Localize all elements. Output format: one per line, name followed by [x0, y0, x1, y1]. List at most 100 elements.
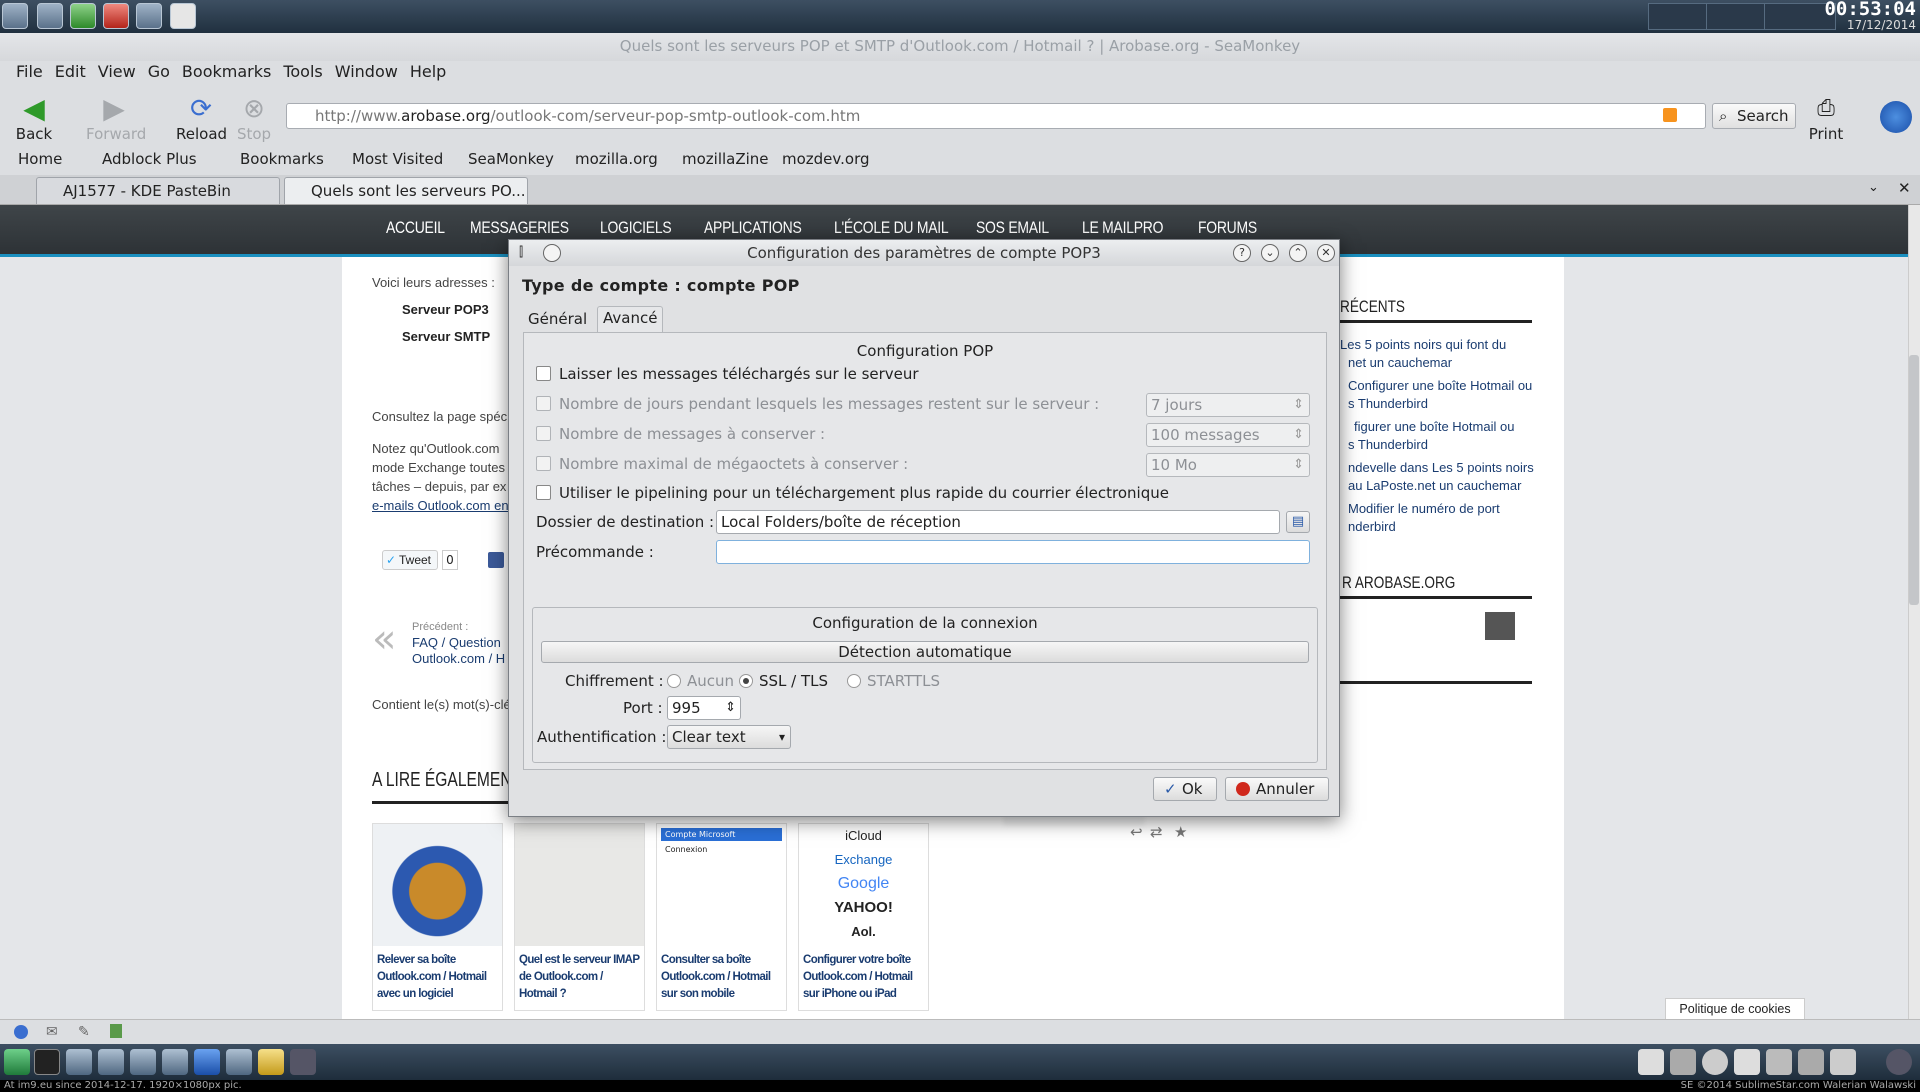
prev-link-line1[interactable]: FAQ / Question: [412, 635, 501, 650]
site-nav-le-mailpro[interactable]: LE MAILPRO: [1082, 218, 1163, 238]
auth-select[interactable]: Clear text ▾: [667, 725, 791, 749]
tab-arobase[interactable]: Quels sont les serveurs PO...: [284, 177, 528, 204]
clipboard-icon[interactable]: [170, 3, 196, 29]
search-button[interactable]: ⌕ Search: [1712, 103, 1796, 129]
tab-advanced[interactable]: Avancé: [597, 306, 664, 333]
sidebar-link-5[interactable]: figurer une boîte Hotmail ou: [1354, 419, 1514, 434]
status-addressbook-icon[interactable]: [110, 1024, 122, 1038]
sidebar-link-6[interactable]: s Thunderbird: [1348, 437, 1428, 452]
tray-close-icon[interactable]: [1702, 1049, 1728, 1075]
tray-printer-icon[interactable]: [1638, 1049, 1664, 1075]
taskbar-tools-icon[interactable]: [130, 1049, 156, 1075]
dialog-minimize-icon[interactable]: ⌄: [1261, 244, 1279, 262]
sidebar-link-1[interactable]: Les 5 points noirs qui font du: [1340, 337, 1506, 352]
prev-link-line2[interactable]: Outlook.com / H: [412, 651, 505, 666]
pipelining-checkbox[interactable]: [536, 485, 551, 500]
bookmark-most-visited[interactable]: Most Visited: [352, 150, 443, 168]
site-nav-ecole-du-mail[interactable]: L'ÉCOLE DU MAIL: [834, 218, 949, 238]
cancel-button[interactable]: Annuler: [1225, 777, 1329, 801]
days-checkbox[interactable]: [536, 396, 551, 411]
menu-file[interactable]: File: [10, 61, 49, 83]
bookmark-mozilla-org[interactable]: mozilla.org: [575, 150, 658, 168]
taskbar-terminal-icon[interactable]: [34, 1049, 60, 1075]
taskbar-app-10-icon[interactable]: [290, 1049, 316, 1075]
stop-button[interactable]: ⊗ Stop: [236, 95, 272, 143]
related-article-3[interactable]: Compte Microsoft Connexion Consulter sa …: [656, 823, 787, 1011]
tray-display-icon[interactable]: [1830, 1049, 1856, 1075]
encryption-starttls-radio[interactable]: [847, 674, 861, 688]
menu-bookmarks[interactable]: Bookmarks: [176, 61, 277, 83]
page-scrollbar-thumb[interactable]: [1909, 355, 1919, 605]
qr-code-icon[interactable]: [1485, 612, 1515, 640]
back-button[interactable]: ◀ Back: [14, 95, 54, 144]
rss-feed-icon[interactable]: [1663, 108, 1677, 122]
pipelining-option[interactable]: Utiliser le pipelining pour un télécharg…: [536, 484, 1169, 502]
sidebar-link-4[interactable]: s Thunderbird: [1348, 396, 1428, 411]
days-spinbox[interactable]: 7 jours: [1146, 393, 1310, 417]
tray-clipboard-icon[interactable]: [1734, 1049, 1760, 1075]
bookmark-home[interactable]: Home: [18, 150, 62, 168]
encryption-none-option[interactable]: Aucun: [667, 672, 734, 690]
encryption-ssl-radio[interactable]: [739, 674, 753, 688]
switch-user-icon[interactable]: [70, 3, 96, 29]
emails-link[interactable]: e-mails Outlook.com en: [372, 498, 509, 513]
sidebar-link-9[interactable]: Modifier le numéro de port: [1348, 501, 1500, 516]
site-nav-forums[interactable]: FORUMS: [1198, 218, 1257, 238]
clock-time[interactable]: 00:53:04: [1824, 0, 1916, 19]
destination-field[interactable]: Local Folders/boîte de réception: [716, 510, 1280, 534]
site-nav-accueil[interactable]: ACCUEIL: [386, 218, 445, 238]
favorite-star-icon[interactable]: ★: [1174, 823, 1187, 841]
taskbar-folder-icon[interactable]: [258, 1049, 284, 1075]
status-globe-icon[interactable]: [14, 1025, 28, 1039]
related-article-2[interactable]: Quel est le serveur IMAP de Outlook.com …: [514, 823, 645, 1011]
days-option[interactable]: Nombre de jours pendant lesquels les mes…: [536, 395, 1099, 413]
tab-pastebin[interactable]: AJ1577 - KDE PasteBin: [36, 177, 280, 204]
tab-list-chevron-icon[interactable]: ⌄: [1868, 180, 1879, 195]
dialog-maximize-icon[interactable]: ⌃: [1289, 244, 1307, 262]
taskbar-app-6-icon[interactable]: [162, 1049, 188, 1075]
sidebar-link-8[interactable]: au LaPoste.net un cauchemar: [1348, 478, 1521, 493]
sidebar-link-2[interactable]: net un cauchemar: [1348, 355, 1452, 370]
status-composer-icon[interactable]: ✎: [78, 1024, 90, 1040]
sidebar-link-7[interactable]: ndevelle dans Les 5 points noirs: [1348, 460, 1534, 475]
tab-general[interactable]: Général: [523, 308, 592, 332]
taskbar-app-1-icon[interactable]: [4, 1049, 30, 1075]
menu-go[interactable]: Go: [142, 61, 176, 83]
bookmark-mozdev-org[interactable]: mozdev.org: [782, 150, 870, 168]
bookmark-seamonkey[interactable]: SeaMonkey: [468, 150, 554, 168]
menu-help[interactable]: Help: [404, 61, 452, 83]
precommand-input[interactable]: [716, 540, 1310, 564]
encryption-none-radio[interactable]: [667, 674, 681, 688]
leave-on-server-checkbox[interactable]: [536, 366, 551, 381]
count-spinbox[interactable]: 100 messages: [1146, 423, 1310, 447]
prev-chevron-icon[interactable]: «: [372, 619, 396, 659]
print-button[interactable]: ⎙ Print: [1806, 95, 1846, 143]
site-nav-sos-email[interactable]: SOS EMAIL: [976, 218, 1049, 238]
sidebar-link-10[interactable]: nderbird: [1348, 519, 1396, 534]
bookmark-bookmarks[interactable]: Bookmarks: [240, 150, 324, 168]
dialog-menu-icon[interactable]: [543, 244, 561, 262]
tray-network-icon[interactable]: [1670, 1049, 1696, 1075]
status-mail-icon[interactable]: ✉: [46, 1024, 58, 1040]
bookmark-mozillazine[interactable]: mozillaZine: [682, 150, 769, 168]
forward-button[interactable]: ▶ Forward: [86, 95, 146, 144]
site-nav-applications[interactable]: APPLICATIONS: [704, 218, 802, 238]
power-icon[interactable]: [103, 3, 129, 29]
url-bar[interactable]: http://www.arobase.org/outlook-com/serve…: [286, 103, 1706, 129]
ok-button[interactable]: ✓ Ok: [1153, 777, 1217, 801]
menu-edit[interactable]: Edit: [49, 61, 92, 83]
mb-option[interactable]: Nombre maximal de mégaoctets à conserver…: [536, 455, 908, 473]
count-option[interactable]: Nombre de messages à conserver :: [536, 425, 825, 443]
home-icon[interactable]: [37, 3, 63, 29]
bookmark-adblock-plus[interactable]: Adblock Plus: [102, 150, 197, 168]
dialog-pin-icon[interactable]: ⫿: [519, 240, 523, 266]
page-scrollbar[interactable]: [1908, 205, 1920, 1019]
dialog-help-icon[interactable]: ?: [1233, 244, 1251, 262]
site-nav-logiciels[interactable]: LOGICIELS: [600, 218, 672, 238]
browse-folder-icon[interactable]: ▤: [1286, 511, 1310, 533]
cookie-policy-button[interactable]: Politique de cookies: [1665, 998, 1805, 1020]
taskbar-app-4-icon[interactable]: [98, 1049, 124, 1075]
tray-notifications-icon[interactable]: [1886, 1049, 1912, 1075]
encryption-ssl-option[interactable]: SSL / TLS: [739, 672, 828, 690]
lock-icon[interactable]: [136, 3, 162, 29]
